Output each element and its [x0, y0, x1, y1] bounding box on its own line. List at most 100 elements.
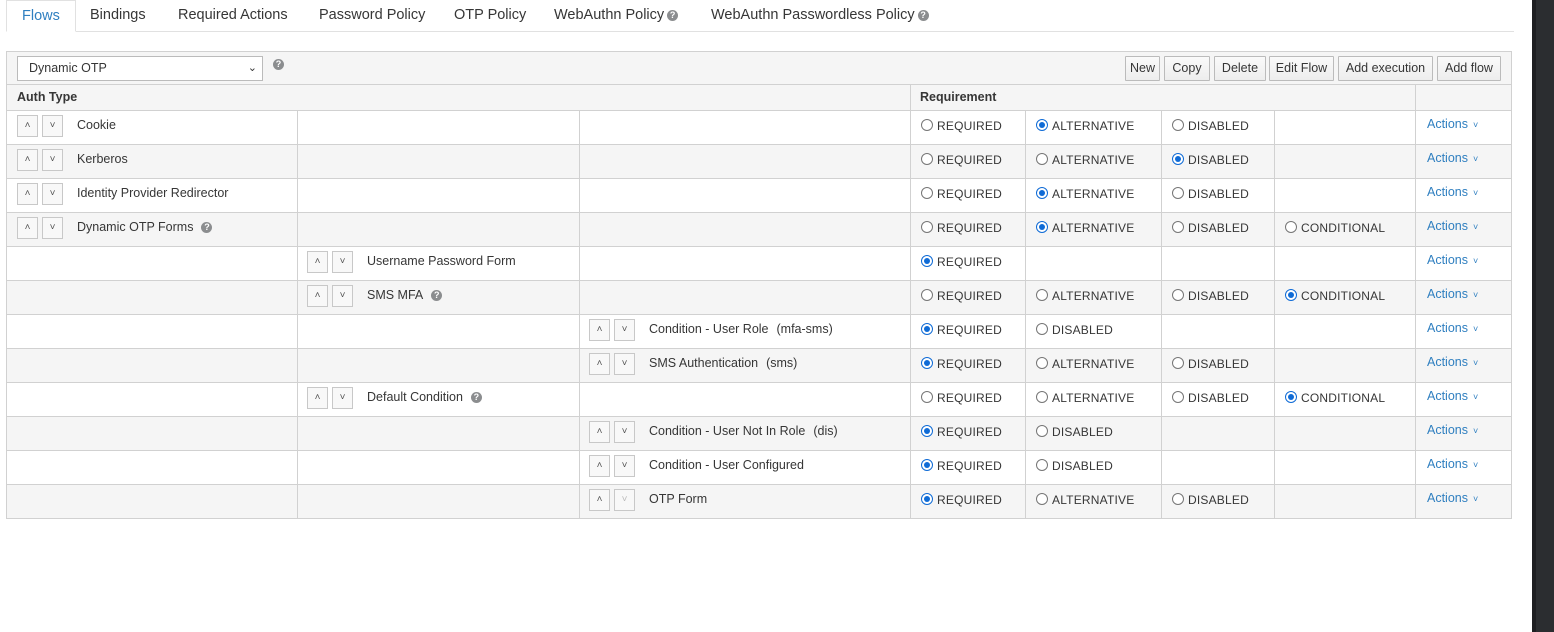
radio-button[interactable]: [1036, 391, 1048, 403]
move-down-button[interactable]: ˅: [42, 183, 63, 205]
requirement-alternative-radio[interactable]: ALTERNATIVE: [1036, 153, 1134, 167]
requirement-disabled-radio[interactable]: DISABLED: [1172, 221, 1249, 235]
question-circle-icon[interactable]: ?: [273, 59, 284, 70]
move-down-button[interactable]: ˅: [614, 489, 635, 511]
radio-button[interactable]: [921, 187, 933, 199]
requirement-required-radio[interactable]: REQUIRED: [921, 119, 1002, 133]
requirement-disabled-radio[interactable]: DISABLED: [1036, 323, 1113, 337]
actions-dropdown[interactable]: Actions ˅: [1427, 491, 1478, 505]
radio-button[interactable]: [921, 493, 933, 505]
move-down-button[interactable]: ˅: [614, 319, 635, 341]
move-down-button[interactable]: ˅: [332, 285, 353, 307]
radio-button[interactable]: [1036, 357, 1048, 369]
radio-button[interactable]: [1036, 493, 1048, 505]
add-flow-button[interactable]: Add flow: [1437, 56, 1501, 81]
actions-dropdown[interactable]: Actions ˅: [1427, 219, 1478, 233]
radio-button[interactable]: [1172, 119, 1184, 131]
move-down-button[interactable]: ˅: [332, 387, 353, 409]
move-down-button[interactable]: ˅: [42, 217, 63, 239]
move-down-button[interactable]: ˅: [614, 421, 635, 443]
requirement-required-radio[interactable]: REQUIRED: [921, 459, 1002, 473]
radio-button[interactable]: [921, 221, 933, 233]
requirement-disabled-radio[interactable]: DISABLED: [1172, 289, 1249, 303]
move-down-button[interactable]: ˅: [614, 353, 635, 375]
requirement-required-radio[interactable]: REQUIRED: [921, 187, 1002, 201]
actions-dropdown[interactable]: Actions ˅: [1427, 389, 1478, 403]
move-up-button[interactable]: ˄: [589, 319, 610, 341]
requirement-required-radio[interactable]: REQUIRED: [921, 425, 1002, 439]
move-down-button[interactable]: ˅: [42, 149, 63, 171]
actions-dropdown[interactable]: Actions ˅: [1427, 423, 1478, 437]
radio-button[interactable]: [1036, 425, 1048, 437]
move-up-button[interactable]: ˄: [17, 149, 38, 171]
move-down-button[interactable]: ˅: [332, 251, 353, 273]
radio-button[interactable]: [921, 119, 933, 131]
actions-dropdown[interactable]: Actions ˅: [1427, 457, 1478, 471]
radio-button[interactable]: [921, 391, 933, 403]
requirement-required-radio[interactable]: REQUIRED: [921, 221, 1002, 235]
requirement-alternative-radio[interactable]: ALTERNATIVE: [1036, 357, 1134, 371]
requirement-alternative-radio[interactable]: ALTERNATIVE: [1036, 493, 1134, 507]
requirement-alternative-radio[interactable]: ALTERNATIVE: [1036, 187, 1134, 201]
requirement-disabled-radio[interactable]: DISABLED: [1036, 425, 1113, 439]
move-up-button[interactable]: ˄: [589, 421, 610, 443]
requirement-required-radio[interactable]: REQUIRED: [921, 153, 1002, 167]
requirement-disabled-radio[interactable]: DISABLED: [1172, 119, 1249, 133]
move-up-button[interactable]: ˄: [307, 251, 328, 273]
actions-dropdown[interactable]: Actions ˅: [1427, 287, 1478, 301]
new-button[interactable]: New: [1125, 56, 1160, 81]
move-up-button[interactable]: ˄: [17, 115, 38, 137]
actions-dropdown[interactable]: Actions ˅: [1427, 117, 1478, 131]
radio-button[interactable]: [1172, 391, 1184, 403]
radio-button[interactable]: [1285, 289, 1297, 301]
edit-flow-button[interactable]: Edit Flow: [1269, 56, 1334, 81]
radio-button[interactable]: [1036, 289, 1048, 301]
requirement-conditional-radio[interactable]: CONDITIONAL: [1285, 221, 1385, 235]
flow-select[interactable]: Dynamic OTP ⌄: [17, 56, 263, 81]
radio-button[interactable]: [921, 255, 933, 267]
move-up-button[interactable]: ˄: [17, 217, 38, 239]
move-down-button[interactable]: ˅: [42, 115, 63, 137]
actions-dropdown[interactable]: Actions ˅: [1427, 185, 1478, 199]
radio-button[interactable]: [1285, 391, 1297, 403]
radio-button[interactable]: [1172, 153, 1184, 165]
copy-button[interactable]: Copy: [1164, 56, 1210, 81]
question-circle-icon[interactable]: ?: [470, 392, 482, 403]
requirement-disabled-radio[interactable]: DISABLED: [1172, 493, 1249, 507]
tab-flows[interactable]: Flows: [6, 0, 76, 32]
requirement-disabled-radio[interactable]: DISABLED: [1172, 357, 1249, 371]
delete-button[interactable]: Delete: [1214, 56, 1266, 81]
tab-webauthn-passwordless-policy[interactable]: WebAuthn Passwordless Policy?: [711, 0, 929, 32]
tab-required-actions[interactable]: Required Actions: [178, 0, 288, 32]
tab-password-policy[interactable]: Password Policy: [319, 0, 425, 32]
radio-button[interactable]: [1172, 187, 1184, 199]
radio-button[interactable]: [921, 357, 933, 369]
radio-button[interactable]: [921, 323, 933, 335]
move-up-button[interactable]: ˄: [589, 353, 610, 375]
tab-bindings[interactable]: Bindings: [90, 0, 146, 32]
requirement-required-radio[interactable]: REQUIRED: [921, 357, 1002, 371]
actions-dropdown[interactable]: Actions ˅: [1427, 253, 1478, 267]
requirement-disabled-radio[interactable]: DISABLED: [1172, 187, 1249, 201]
radio-button[interactable]: [921, 289, 933, 301]
radio-button[interactable]: [1172, 289, 1184, 301]
radio-button[interactable]: [1285, 221, 1297, 233]
requirement-conditional-radio[interactable]: CONDITIONAL: [1285, 289, 1385, 303]
actions-dropdown[interactable]: Actions ˅: [1427, 355, 1478, 369]
radio-button[interactable]: [1036, 221, 1048, 233]
move-up-button[interactable]: ˄: [307, 285, 328, 307]
actions-dropdown[interactable]: Actions ˅: [1427, 321, 1478, 335]
radio-button[interactable]: [1036, 323, 1048, 335]
requirement-alternative-radio[interactable]: ALTERNATIVE: [1036, 119, 1134, 133]
requirement-required-radio[interactable]: REQUIRED: [921, 255, 1002, 269]
move-down-button[interactable]: ˅: [614, 455, 635, 477]
radio-button[interactable]: [1036, 119, 1048, 131]
requirement-conditional-radio[interactable]: CONDITIONAL: [1285, 391, 1385, 405]
requirement-required-radio[interactable]: REQUIRED: [921, 289, 1002, 303]
requirement-alternative-radio[interactable]: ALTERNATIVE: [1036, 221, 1134, 235]
requirement-required-radio[interactable]: REQUIRED: [921, 391, 1002, 405]
requirement-disabled-radio[interactable]: DISABLED: [1172, 153, 1249, 167]
actions-dropdown[interactable]: Actions ˅: [1427, 151, 1478, 165]
move-up-button[interactable]: ˄: [589, 455, 610, 477]
radio-button[interactable]: [1036, 459, 1048, 471]
